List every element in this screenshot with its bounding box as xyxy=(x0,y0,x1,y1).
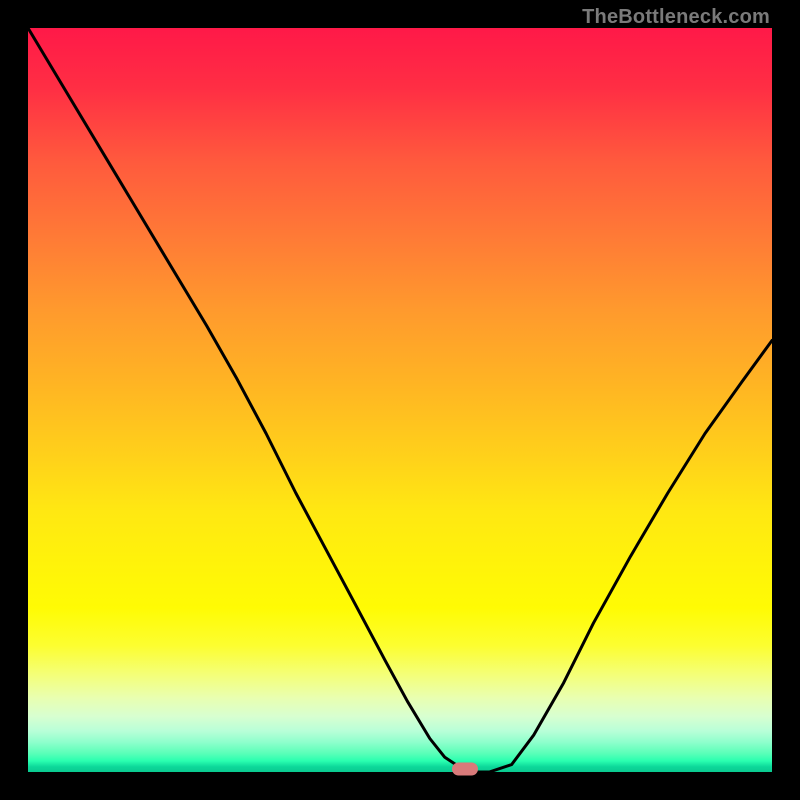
optimal-marker xyxy=(452,763,478,776)
bottleneck-curve xyxy=(28,28,772,772)
plot-area xyxy=(28,28,772,772)
chart-container: TheBottleneck.com xyxy=(0,0,800,800)
curve-svg xyxy=(28,28,772,772)
watermark-text: TheBottleneck.com xyxy=(582,6,770,29)
